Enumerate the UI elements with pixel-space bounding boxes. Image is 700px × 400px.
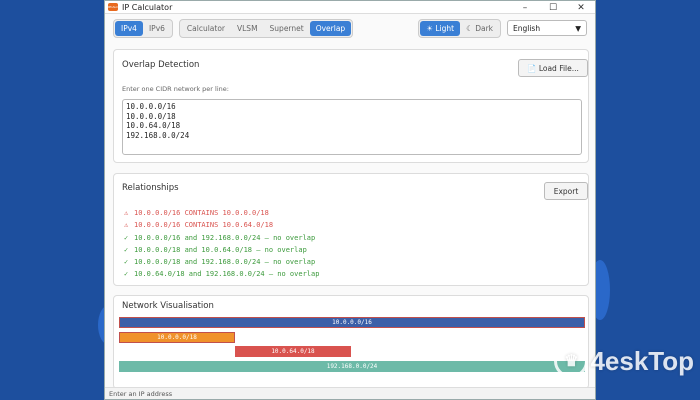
maximize-icon[interactable]: ☐ [539,1,567,14]
chevron-down-icon: ▼ [575,23,581,33]
export-button[interactable]: Export [544,182,588,200]
relationship-item: ✓ 10.0.64.0/18 and 192.168.0.0/24 — no ov… [124,268,319,280]
relationship-item: ✓ 10.0.0.0/18 and 192.168.0.0/24 — no ove… [124,256,319,268]
relationship-list: ⚠ 10.0.0.0/16 CONTAINS 10.0.0.0/18 ⚠ 10.0.0… [124,207,319,281]
relationships-panel: Relationships Export ⚠ 10.0.0.0/16 CONTAI… [113,173,589,286]
relationship-text: 10.0.0.0/16 CONTAINS 10.0.0.0/18 [134,209,269,217]
watermark-text: 4eskTop [590,345,694,376]
visualisation-panel-title: Network Visualisation [122,301,214,311]
relationship-text: 10.0.0.0/16 CONTAINS 10.0.64.0/18 [134,221,274,230]
tab-overlap[interactable]: Overlap [309,20,352,36]
network-bar: 10.0.0.0/16 [119,317,585,328]
relationship-text: 10.0.0.0/18 and 10.0.64.0/18 — no overla… [134,245,307,254]
language-select[interactable]: English ▼ [507,20,587,36]
app-logo-icon: IPCALC [107,3,119,11]
light-theme-button[interactable]: ☀ Light [420,20,461,36]
network-line: 192.168.0.0/24 [126,130,190,140]
ipv4-tab[interactable]: IPv4 [115,20,143,36]
ip-version-toggle: IPv4 IPv6 [113,18,173,38]
network-input-hint: Enter one CIDR network per line: [122,85,229,93]
check-icon: ✓ [124,245,129,254]
network-bar: 10.0.0.0/18 [119,332,235,343]
relationship-text: 10.0.0.0/18 and 192.168.0.0/24 — no over… [134,258,316,267]
ip-address-input[interactable]: Enter an IP address [105,387,595,399]
load-file-button[interactable]: 📄 Load File... [518,59,588,77]
tab-calculator[interactable]: Calculator [181,21,231,36]
relationship-item: ⚠ 10.0.0.0/16 CONTAINS 10.0.0.0/18 [124,207,319,219]
check-icon: ✓ [124,270,129,279]
network-list-input[interactable]: 10.0.0.0/16 10.0.0.0/18 10.0.64.0/18 192.16… [122,99,582,155]
network-bar: 10.0.64.0/18 [235,346,351,357]
relationship-text: 10.0.64.0/18 and 192.168.0.0/24 — no ove… [134,270,320,279]
title-bar: IPCALC IP Calculator – ☐ ✕ [105,1,595,14]
warning-icon: ⚠ [124,221,129,230]
ipv6-tab[interactable]: IPv6 [143,21,171,36]
minimize-icon[interactable]: – [511,1,539,14]
relationship-text: 10.0.0.0/16 and 192.168.0.0/24 — no over… [134,233,316,242]
window-title: IP Calculator [122,2,173,12]
network-line: 10.0.0.0/18 [126,111,176,121]
tab-supernet[interactable]: Supernet [264,21,310,36]
relationship-item: ✓ 10.0.0.0/16 and 192.168.0.0/24 — no ove… [124,232,319,244]
warning-icon: ⚠ [124,209,129,217]
relationship-item: ⚠ 10.0.0.0/16 CONTAINS 10.0.64.0/18 [124,219,319,231]
watermark: ♛ 4eskTop [554,344,694,378]
relationship-item: ✓ 10.0.0.0/18 and 10.0.64.0/18 — no overl… [124,244,319,256]
network-bar: 192.168.0.0/24 [119,361,585,372]
mode-tabs: Calculator VLSM Supernet Overlap [178,18,354,38]
overlap-panel-title: Overlap Detection [122,60,200,70]
check-icon: ✓ [124,258,129,267]
overlap-detection-panel: Overlap Detection 📄 Load File... Enter o… [113,49,589,163]
network-line: 10.0.64.0/18 [126,121,181,130]
close-icon[interactable]: ✕ [567,1,595,14]
language-value: English [513,23,541,33]
dark-theme-button[interactable]: ☾ Dark [460,21,499,36]
network-visualisation-panel: Network Visualisation 10.0.0.0/16 10.0.0… [113,295,589,389]
theme-toggle: ☀ Light ☾ Dark [418,18,501,38]
app-window: IPCALC IP Calculator – ☐ ✕ IPv4 IPv6 Cal… [104,0,596,400]
toolbar: IPv4 IPv6 Calculator VLSM Supernet Overl… [105,14,595,42]
network-line: 10.0.0.0/16 [126,102,176,111]
check-icon: ✓ [124,233,129,242]
relationships-panel-title: Relationships [122,183,179,193]
tab-vlsm[interactable]: VLSM [231,21,264,36]
watermark-badge-icon: ♛ [554,344,589,378]
